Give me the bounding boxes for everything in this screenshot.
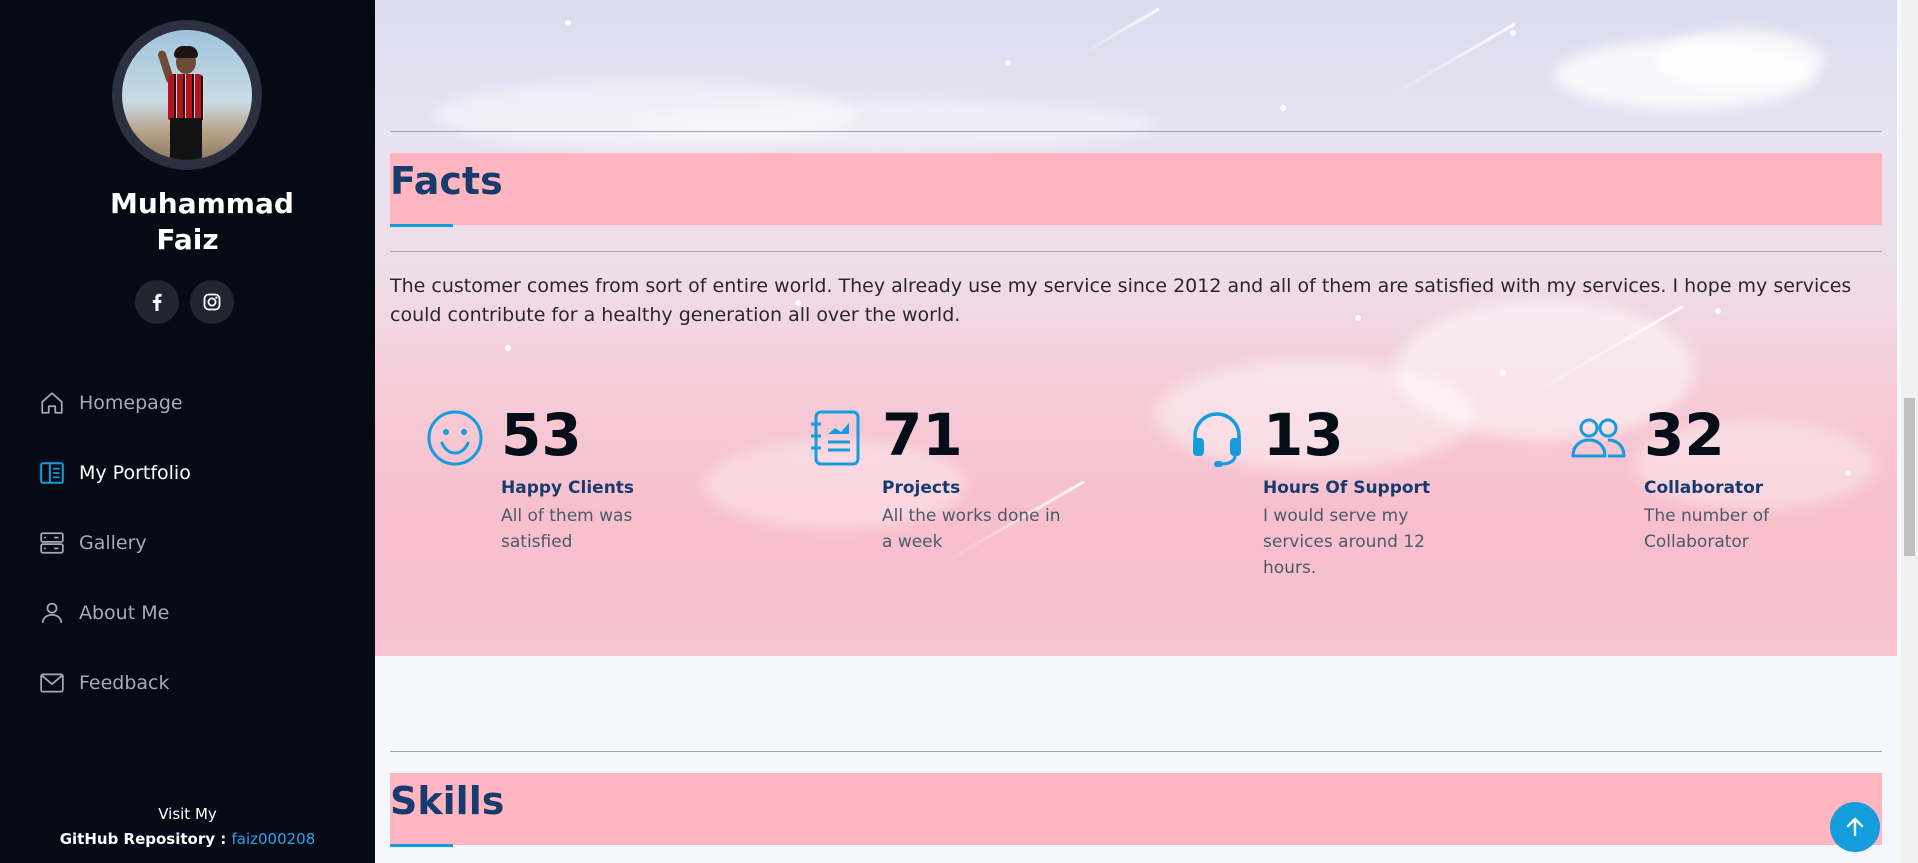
nav-label-feedback: Feedback	[79, 672, 170, 694]
journal-chart-icon	[811, 410, 860, 466]
person-icon	[38, 599, 66, 627]
page-scrollbar[interactable]	[1901, 0, 1918, 863]
nav-item-gallery[interactable]: Gallery	[0, 508, 375, 578]
footer-visit-text: Visit My	[158, 805, 217, 823]
facts-description: The customer comes from sort of entire w…	[390, 275, 1852, 326]
section-divider	[390, 251, 1882, 252]
arrow-up-icon	[1846, 817, 1864, 837]
fact-description: All the works done in a week	[882, 506, 1061, 552]
skills-title-underline	[390, 844, 453, 847]
profile-avatar	[122, 30, 252, 160]
instagram-icon	[203, 293, 221, 311]
gallery-icon	[38, 529, 66, 557]
nav-item-feedback[interactable]: Feedback	[0, 648, 375, 718]
footer-repo-line: GitHub Repository : faiz000208	[0, 827, 375, 852]
nav-label-my-portfolio: My Portfolio	[79, 462, 191, 484]
sidebar-nav: Homepage My Portfolio Gallery About Me F…	[0, 368, 375, 718]
scrollbar-thumb[interactable]	[1904, 398, 1915, 556]
facts-title-underline	[390, 224, 453, 227]
profile-avatar-ring	[112, 20, 262, 170]
skills-title-bar: Skills	[390, 773, 1882, 847]
section-divider	[390, 131, 1882, 132]
home-icon	[38, 389, 66, 417]
nav-item-homepage[interactable]: Homepage	[0, 368, 375, 438]
fact-title: Projects	[882, 478, 961, 498]
section-divider	[390, 751, 1882, 752]
skills-section-title: Skills	[390, 779, 505, 823]
fact-title: Collaborator	[1644, 478, 1764, 498]
headset-icon	[1193, 412, 1241, 467]
people-icon	[1571, 418, 1626, 458]
fact-description: The number of Collaborator	[1644, 506, 1770, 552]
footer-repo-label: GitHub Repository :	[59, 830, 227, 848]
nav-item-my-portfolio[interactable]: My Portfolio	[0, 438, 375, 508]
fact-number: 71	[882, 401, 963, 469]
fact-number: 53	[501, 401, 582, 469]
profile-name: Muhammad Faiz	[110, 187, 294, 256]
fact-description: I would serve my services around 12 hour…	[1263, 506, 1425, 578]
sidebar-footer: Visit My GitHub Repository : faiz000208	[0, 802, 375, 852]
instagram-button[interactable]	[190, 280, 234, 324]
facebook-button[interactable]	[135, 280, 179, 324]
nav-label-gallery: Gallery	[79, 532, 147, 554]
smiley-icon	[427, 410, 483, 466]
main-content: Facts The customer comes from sort of en…	[375, 0, 1897, 863]
nav-item-about-me[interactable]: About Me	[0, 578, 375, 648]
portfolio-icon	[38, 459, 66, 487]
facebook-icon	[152, 293, 162, 311]
facts-section-title: Facts	[390, 159, 503, 203]
facts-title-bar: Facts	[390, 153, 1882, 227]
fact-number: 13	[1263, 401, 1344, 469]
nav-label-about-me: About Me	[79, 602, 170, 624]
fact-number: 32	[1644, 401, 1725, 469]
fact-title: Happy Clients	[501, 478, 635, 498]
nav-label-homepage: Homepage	[79, 392, 183, 414]
fact-description: All of them was satisfied	[501, 506, 633, 552]
sidebar: Muhammad Faiz Homepage My Portfolio Gall…	[0, 0, 375, 863]
fact-title: Hours Of Support	[1263, 478, 1431, 498]
github-repo-link[interactable]: faiz000208	[231, 830, 315, 848]
envelope-icon	[38, 669, 66, 697]
back-to-top-button[interactable]	[1830, 802, 1880, 852]
